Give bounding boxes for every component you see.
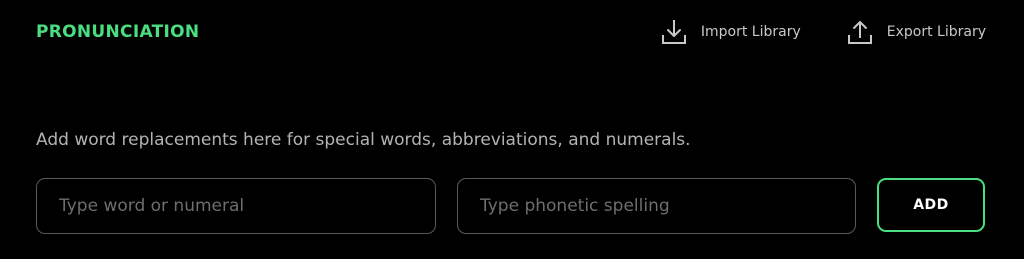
- download-icon: [661, 20, 686, 44]
- section-title: PRONUNCIATION: [36, 22, 200, 42]
- export-library-label: Export Library: [886, 24, 986, 40]
- export-library-button[interactable]: Export Library: [847, 19, 986, 45]
- library-actions: Import Library Export Library: [661, 19, 986, 45]
- instructions-text: Add word replacements here for special w…: [36, 130, 691, 150]
- upload-icon: [847, 21, 872, 44]
- word-input[interactable]: [36, 178, 436, 234]
- pronunciation-panel: PRONUNCIATION Import Library Export Libr…: [0, 0, 1024, 259]
- import-library-button[interactable]: Import Library: [661, 19, 801, 45]
- phonetic-spelling-input[interactable]: [457, 178, 856, 234]
- import-library-label: Import Library: [700, 24, 801, 40]
- add-button[interactable]: ADD: [877, 178, 985, 232]
